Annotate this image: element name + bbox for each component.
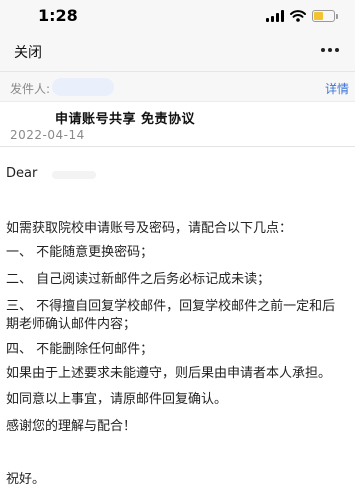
email-subject: 申请账号共享 免责协议: [55, 112, 196, 127]
sender-label: 发件人:: [10, 82, 51, 96]
rule-item-4: 四、 不能删除任何邮件；: [6, 342, 154, 357]
rule-item-2: 二、 自己阅读过新邮件之后务必标记成未读；: [6, 272, 271, 287]
status-bar: 1:28: [0, 0, 355, 30]
email-intro: 如需获取院校申请账号及密码，请配合以下几点：: [6, 221, 293, 236]
email-date: 2022-04-14: [10, 128, 85, 142]
rule-item-1: 一、 不能随意更换密码；: [6, 245, 154, 260]
email-regards: 祝好。: [6, 472, 46, 487]
email-consequence: 如果由于上述要求未能遵守，则后果由申请者本人承担。: [6, 366, 332, 381]
email-confirm: 如同意以上事宜，请原邮件回复确认。: [6, 392, 228, 407]
details-link[interactable]: 详情: [325, 80, 349, 97]
rule-item-3-continuation: 期老师确认邮件内容；: [6, 317, 137, 332]
sender-chip[interactable]: [52, 78, 114, 96]
more-dots-icon[interactable]: [319, 42, 341, 58]
status-icons: [266, 9, 338, 23]
email-salutation: Dear: [6, 166, 38, 181]
wifi-icon: [290, 10, 306, 22]
sender-row: 发件人: 详情: [0, 72, 355, 102]
signal-icon: [266, 10, 284, 22]
email-thanks: 感谢您的理解与配合！: [6, 419, 137, 434]
recipient-name-redacted: [52, 171, 96, 179]
close-button[interactable]: 关闭: [14, 42, 42, 62]
battery-icon: [312, 10, 338, 22]
header-divider: [0, 146, 355, 147]
battery-level: [314, 12, 323, 20]
rule-item-3: 三、 不得擅自回复学校邮件，回复学校邮件之前一定和后: [6, 299, 336, 314]
status-time: 1:28: [38, 6, 78, 25]
nav-bar: 关闭: [0, 30, 355, 72]
